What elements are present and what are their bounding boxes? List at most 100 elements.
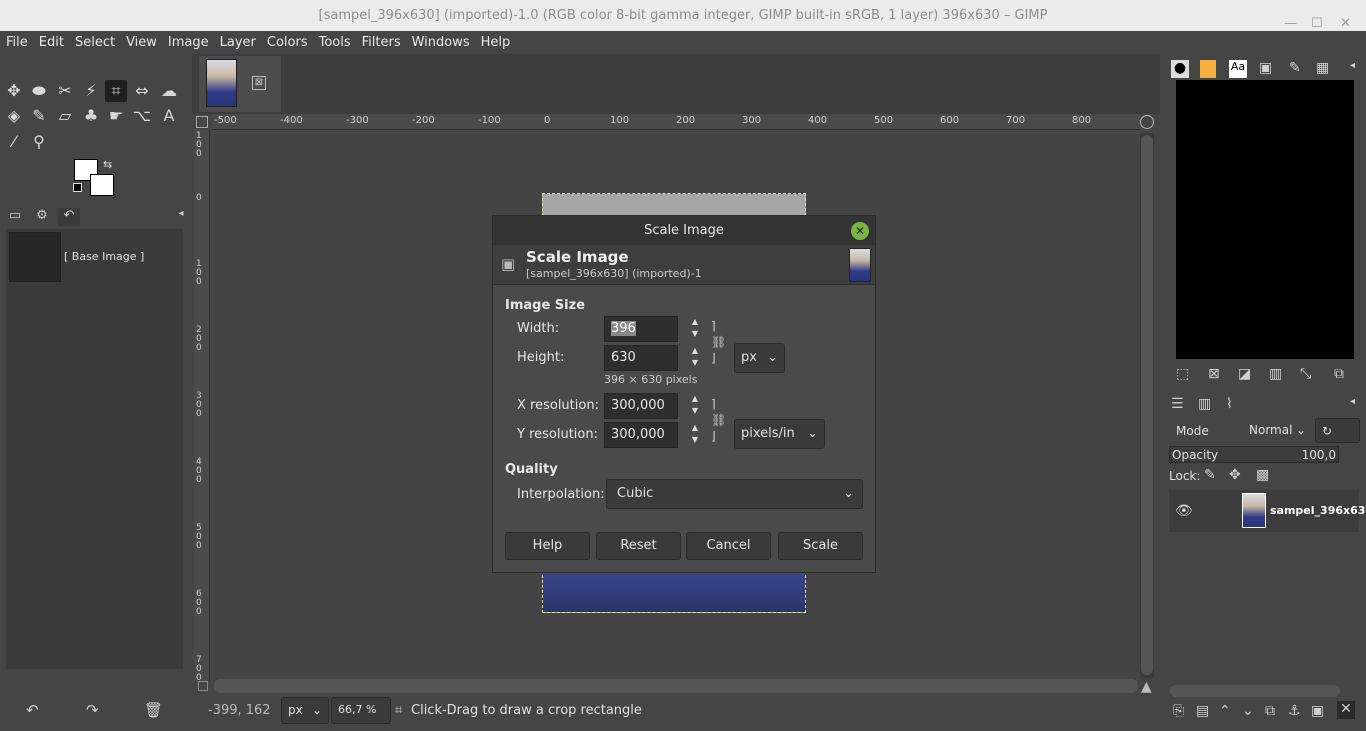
text-icon[interactable]: A bbox=[158, 105, 180, 127]
path-icon[interactable]: ⌥ bbox=[131, 105, 153, 127]
size-unit-select[interactable]: px ⌄ bbox=[734, 343, 785, 373]
y-resolution-input[interactable]: 300,000 bbox=[604, 422, 678, 448]
document-history-icon[interactable]: ▣ bbox=[1259, 60, 1272, 76]
zoom-fit-icon[interactable]: ◪ bbox=[1238, 366, 1251, 382]
clone-icon[interactable]: ♣ bbox=[80, 105, 102, 127]
device-status-icon[interactable]: ▭ bbox=[4, 208, 26, 226]
scissors-select-icon[interactable]: ✂ bbox=[54, 80, 76, 102]
undo-icon[interactable]: ↶ bbox=[26, 701, 39, 719]
mode-reset-select[interactable]: ↻ bbox=[1315, 418, 1360, 443]
height-spinner[interactable]: ▲ ▼ bbox=[685, 345, 705, 371]
clear-history-icon[interactable]: 🗑 bbox=[144, 701, 163, 719]
eraser-icon[interactable]: ▱ bbox=[54, 105, 76, 127]
resolution-chain-link-icon[interactable]: ⌉ ⛓ ⌋ bbox=[711, 396, 726, 444]
visibility-eye-icon[interactable]: 👁 bbox=[1175, 503, 1193, 519]
x-resolution-input[interactable]: 300,000 bbox=[604, 393, 678, 419]
zoom-fill-icon[interactable]: ▥ bbox=[1269, 366, 1282, 382]
menu-edit[interactable]: Edit bbox=[39, 35, 64, 50]
duplicate-layer-icon[interactable]: ⧉ bbox=[1265, 703, 1275, 719]
dock-menu-icon[interactable]: ◂ bbox=[1350, 60, 1355, 71]
mode-select[interactable]: Normal ⌄ bbox=[1243, 418, 1310, 443]
unit-select[interactable]: px ⌄ bbox=[281, 697, 329, 724]
font-tab-icon[interactable]: Aa bbox=[1229, 60, 1247, 78]
lock-alpha-icon[interactable]: ▩ bbox=[1256, 467, 1269, 483]
layers-tab-icon[interactable]: ☰ bbox=[1171, 396, 1184, 412]
width-input[interactable]: 396 bbox=[604, 316, 678, 342]
scale-button[interactable]: Scale bbox=[778, 532, 863, 560]
horizontal-scrollbar[interactable] bbox=[214, 679, 1138, 693]
menu-filters[interactable]: Filters bbox=[362, 35, 401, 50]
new-layer-icon[interactable]: ⎘ bbox=[1173, 703, 1184, 719]
menu-help[interactable]: Help bbox=[481, 35, 511, 50]
menu-layer[interactable]: Layer bbox=[220, 35, 256, 50]
delete-layer-icon[interactable]: ✕ bbox=[1337, 701, 1355, 719]
unified-transform-icon[interactable]: ⇔ bbox=[131, 80, 153, 102]
lower-layer-icon[interactable]: ⌄ bbox=[1242, 703, 1254, 719]
move-tool-icon[interactable]: ✥ bbox=[3, 80, 25, 102]
new-view-icon[interactable]: ⧉ bbox=[1334, 366, 1344, 382]
cancel-button[interactable]: Cancel bbox=[686, 532, 771, 560]
navigation-tab-icon[interactable]: ▦ bbox=[1316, 60, 1329, 76]
lock-pixels-icon[interactable]: ✎ bbox=[1204, 467, 1216, 483]
height-input[interactable]: 630 bbox=[604, 345, 678, 371]
swap-colors-icon[interactable]: ⇆ bbox=[103, 158, 112, 171]
vertical-scrollbar[interactable] bbox=[1141, 135, 1153, 675]
pattern-tab-icon[interactable] bbox=[1200, 60, 1216, 78]
zoom-follow-icon[interactable] bbox=[1140, 115, 1154, 129]
anchor-layer-icon[interactable]: ⚓ bbox=[1288, 703, 1301, 719]
navigation-preview[interactable] bbox=[1176, 80, 1354, 359]
background-color[interactable] bbox=[90, 174, 114, 196]
menu-colors[interactable]: Colors bbox=[267, 35, 308, 50]
y-resolution-spinner[interactable]: ▲ ▼ bbox=[685, 422, 705, 448]
quick-mask-toggle[interactable] bbox=[196, 116, 208, 128]
shrink-wrap-icon[interactable]: ⤡ bbox=[1300, 366, 1311, 382]
new-layer-group-icon[interactable]: ▤ bbox=[1196, 703, 1209, 719]
menu-tools[interactable]: Tools bbox=[319, 35, 351, 50]
paths-tab-icon[interactable]: ⌇ bbox=[1226, 396, 1233, 412]
layers-menu-icon[interactable]: ◂ bbox=[1350, 396, 1355, 407]
raise-layer-icon[interactable]: ⌃ bbox=[1219, 703, 1231, 719]
layer-name[interactable]: sampel_396x630. bbox=[1270, 504, 1366, 517]
color-picker-icon[interactable]: ⁄ bbox=[3, 131, 25, 153]
size-chain-link-icon[interactable]: ⌉ ⛓ ⌋ bbox=[711, 318, 726, 366]
dialog-close-button[interactable]: ✕ bbox=[851, 222, 869, 240]
menu-view[interactable]: View bbox=[126, 35, 157, 50]
mask-layer-icon[interactable]: ▣ bbox=[1311, 703, 1324, 719]
menu-select[interactable]: Select bbox=[75, 35, 115, 50]
menu-image[interactable]: Image bbox=[168, 35, 209, 50]
crop-icon[interactable]: ⌗ bbox=[105, 80, 127, 102]
navigate-corner-icon[interactable] bbox=[198, 681, 208, 691]
reset-button[interactable]: Reset bbox=[596, 532, 681, 560]
lock-position-icon[interactable]: ✥ bbox=[1229, 467, 1241, 483]
panel-menu-icon[interactable]: ◂ bbox=[170, 208, 192, 226]
paintbrush-icon[interactable]: ✎ bbox=[28, 105, 50, 127]
brush-tab-icon[interactable]: ● bbox=[1171, 60, 1189, 78]
zoom-in-icon[interactable]: ⊠ bbox=[1208, 366, 1220, 382]
fuzzy-select-icon[interactable]: ⚡ bbox=[80, 80, 102, 102]
free-select-icon[interactable]: ⬬ bbox=[28, 80, 50, 102]
help-button[interactable]: Help bbox=[505, 532, 590, 560]
zoom-select[interactable]: 66,7 % bbox=[331, 697, 391, 724]
warp-transform-icon[interactable]: ☁ bbox=[158, 80, 180, 102]
menu-windows[interactable]: Windows bbox=[412, 35, 470, 50]
resolution-unit-select[interactable]: pixels/in ⌄ bbox=[734, 419, 825, 449]
layers-scrollbar[interactable] bbox=[1170, 685, 1340, 697]
default-colors-icon[interactable] bbox=[73, 183, 82, 192]
interpolation-select[interactable]: Cubic ⌄ bbox=[606, 479, 863, 509]
redo-icon[interactable]: ↷ bbox=[86, 701, 99, 719]
opacity-slider[interactable]: Opacity 100,0 bbox=[1169, 446, 1339, 463]
smudge-icon[interactable]: ☛ bbox=[105, 105, 127, 127]
undo-history-tab-icon[interactable]: ↶ bbox=[58, 208, 80, 226]
channels-tab-icon[interactable]: ▥ bbox=[1198, 396, 1211, 412]
tool-presets-icon[interactable]: ✎ bbox=[1289, 60, 1301, 76]
zoom-out-icon[interactable]: ⬚ bbox=[1176, 366, 1189, 382]
x-resolution-spinner[interactable]: ▲ ▼ bbox=[685, 393, 705, 419]
bucket-fill-icon[interactable]: ◈ bbox=[3, 105, 25, 127]
navigate-image-icon[interactable]: ▲ bbox=[1141, 679, 1152, 695]
undo-history-item[interactable]: [ Base Image ] bbox=[64, 250, 144, 263]
tool-options-icon[interactable]: ⚙ bbox=[31, 208, 53, 226]
close-tab-icon[interactable]: ⊠ bbox=[252, 76, 266, 90]
width-spinner[interactable]: ▲ ▼ bbox=[685, 316, 705, 342]
menu-file[interactable]: File bbox=[6, 35, 28, 50]
zoom-icon[interactable]: ⚲ bbox=[28, 131, 50, 153]
